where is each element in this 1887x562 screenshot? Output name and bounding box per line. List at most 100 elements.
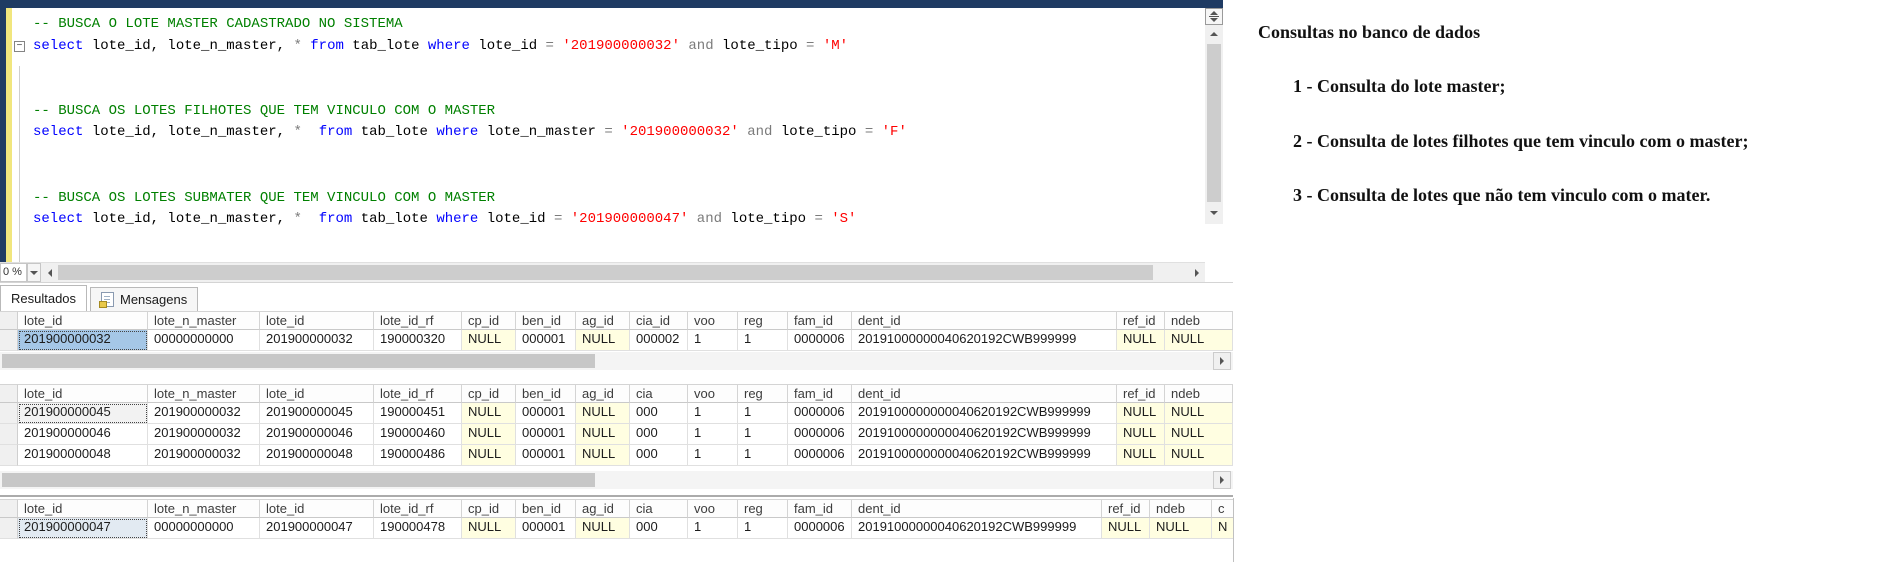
- column-header[interactable]: fam_id: [788, 311, 852, 330]
- editor-line[interactable]: select lote_id, lote_n_master, * from ta…: [33, 122, 1205, 144]
- column-header[interactable]: fam_id: [788, 384, 852, 403]
- grid-cell[interactable]: 1: [688, 330, 738, 351]
- editor-line[interactable]: [33, 144, 1205, 166]
- column-header[interactable]: reg: [738, 384, 788, 403]
- grid-cell[interactable]: 1: [688, 424, 738, 445]
- grid-cell[interactable]: NULL: [462, 403, 516, 424]
- column-header[interactable]: ag_id: [576, 384, 630, 403]
- editor-line[interactable]: -- BUSCA O LOTE MASTER CADASTRADO NO SIS…: [33, 14, 1205, 36]
- grid-cell[interactable]: 20191000000040620192CWB999999: [852, 330, 1117, 351]
- grid-cell[interactable]: NULL: [1165, 445, 1233, 466]
- grid-cell[interactable]: NULL: [462, 424, 516, 445]
- column-header[interactable]: lote_n_master: [148, 311, 260, 330]
- column-header[interactable]: cia: [630, 384, 688, 403]
- grid-cell[interactable]: 201900000048: [18, 445, 148, 466]
- row-header[interactable]: [0, 445, 18, 466]
- column-header[interactable]: ref_id: [1117, 384, 1165, 403]
- grid-cell[interactable]: 0000006: [788, 445, 852, 466]
- grid-cell[interactable]: 1: [688, 403, 738, 424]
- row-header-corner[interactable]: [0, 311, 18, 330]
- grid-cell[interactable]: NULL: [1165, 424, 1233, 445]
- grid-cell[interactable]: 201900000032: [148, 403, 260, 424]
- column-header[interactable]: c: [1212, 499, 1233, 518]
- grid-cell[interactable]: 201900000046: [18, 424, 148, 445]
- grid-cell[interactable]: NULL: [1117, 403, 1165, 424]
- grid-cell[interactable]: 1: [738, 330, 788, 351]
- grid-cell[interactable]: 00000000000: [148, 518, 260, 539]
- editor-line[interactable]: [33, 79, 1205, 101]
- grid-cell[interactable]: 000002: [630, 330, 688, 351]
- column-header[interactable]: ref_id: [1117, 311, 1165, 330]
- editor-splitter-grip-icon[interactable]: [1205, 8, 1223, 25]
- scroll-down-button[interactable]: [1205, 206, 1223, 220]
- column-header[interactable]: cp_id: [462, 311, 516, 330]
- column-header[interactable]: cia: [630, 499, 688, 518]
- grid-cell[interactable]: 1: [738, 424, 788, 445]
- grid-cell[interactable]: 20191000000040620192CWB999999: [852, 518, 1102, 539]
- grid-cell[interactable]: 201900000048: [260, 445, 374, 466]
- grid-cell[interactable]: 201900000032: [148, 424, 260, 445]
- editor-vscroll-thumb[interactable]: [1207, 44, 1221, 202]
- editor-line[interactable]: − select lote_id, lote_n_master, * from t…: [14, 36, 1205, 58]
- grid-cell[interactable]: NULL: [1117, 330, 1165, 351]
- grid1-scroll-right-button[interactable]: [1213, 352, 1231, 370]
- grid-cell[interactable]: 1: [738, 518, 788, 539]
- grid-cell[interactable]: NULL: [1102, 518, 1150, 539]
- column-header[interactable]: dent_id: [852, 384, 1117, 403]
- grid-cell[interactable]: NULL: [462, 330, 516, 351]
- column-header[interactable]: ben_id: [516, 499, 576, 518]
- grid-cell[interactable]: 000001: [516, 445, 576, 466]
- column-header[interactable]: ref_id: [1102, 499, 1150, 518]
- column-header[interactable]: ben_id: [516, 311, 576, 330]
- grid-cell[interactable]: NULL: [462, 518, 516, 539]
- grid-cell[interactable]: NULL: [1117, 424, 1165, 445]
- column-header[interactable]: reg: [738, 311, 788, 330]
- column-header[interactable]: lote_id_rf: [374, 384, 462, 403]
- column-header[interactable]: lote_n_master: [148, 384, 260, 403]
- column-header[interactable]: dent_id: [852, 311, 1117, 330]
- grid-cell[interactable]: 201900000047: [18, 518, 148, 539]
- grid-cell[interactable]: 00000000000: [148, 330, 260, 351]
- grid-cell[interactable]: 1: [688, 445, 738, 466]
- grid-cell[interactable]: NULL: [576, 518, 630, 539]
- editor-line[interactable]: select lote_id, lote_n_master, * from ta…: [33, 209, 1205, 231]
- row-header[interactable]: [0, 424, 18, 445]
- column-header[interactable]: ben_id: [516, 384, 576, 403]
- grid2-scroll-right-button[interactable]: [1213, 471, 1231, 489]
- grid-cell[interactable]: 190000478: [374, 518, 462, 539]
- grid-cell[interactable]: 201900000045: [260, 403, 374, 424]
- column-header[interactable]: lote_n_master: [148, 499, 260, 518]
- grid-cell[interactable]: 1: [738, 445, 788, 466]
- editor-hscroll-thumb[interactable]: [58, 265, 1153, 280]
- column-header[interactable]: lote_id: [260, 499, 374, 518]
- grid-cell[interactable]: 2019100000000040620192CWB999999: [852, 403, 1117, 424]
- grid-cell[interactable]: 201900000047: [260, 518, 374, 539]
- column-header[interactable]: lote_id_rf: [374, 499, 462, 518]
- grid-cell[interactable]: 000001: [516, 518, 576, 539]
- grid-cell[interactable]: 190000451: [374, 403, 462, 424]
- scroll-left-button[interactable]: [42, 263, 57, 282]
- column-header[interactable]: ndeb: [1150, 499, 1212, 518]
- tab-mensagens[interactable]: Mensagens: [90, 287, 199, 311]
- grid-cell[interactable]: 000: [630, 445, 688, 466]
- fold-collapse-icon[interactable]: −: [14, 40, 25, 52]
- column-header[interactable]: dent_id: [852, 499, 1102, 518]
- zoom-dropdown-button[interactable]: [27, 263, 41, 282]
- grid-cell[interactable]: 000001: [516, 403, 576, 424]
- grid-cell[interactable]: NULL: [1150, 518, 1212, 539]
- editor-line[interactable]: -- BUSCA OS LOTES SUBMATER QUE TEM VINCU…: [33, 188, 1205, 210]
- grid2-horizontal-scrollbar[interactable]: [0, 471, 1233, 489]
- grid-cell[interactable]: 2019100000000040620192CWB999999: [852, 424, 1117, 445]
- grid-cell[interactable]: NULL: [462, 445, 516, 466]
- grid-cell[interactable]: 000001: [516, 424, 576, 445]
- editor-line[interactable]: [33, 57, 1205, 79]
- grid-cell[interactable]: 201900000032: [260, 330, 374, 351]
- column-header[interactable]: lote_id: [260, 311, 374, 330]
- column-header[interactable]: reg: [738, 499, 788, 518]
- column-header[interactable]: ag_id: [576, 499, 630, 518]
- grid-cell[interactable]: 201900000032: [18, 330, 148, 351]
- column-header[interactable]: voo: [688, 499, 738, 518]
- column-header[interactable]: ag_id: [576, 311, 630, 330]
- sql-editor[interactable]: -- BUSCA O LOTE MASTER CADASTRADO NO SIS…: [12, 8, 1205, 262]
- editor-line[interactable]: [33, 166, 1205, 188]
